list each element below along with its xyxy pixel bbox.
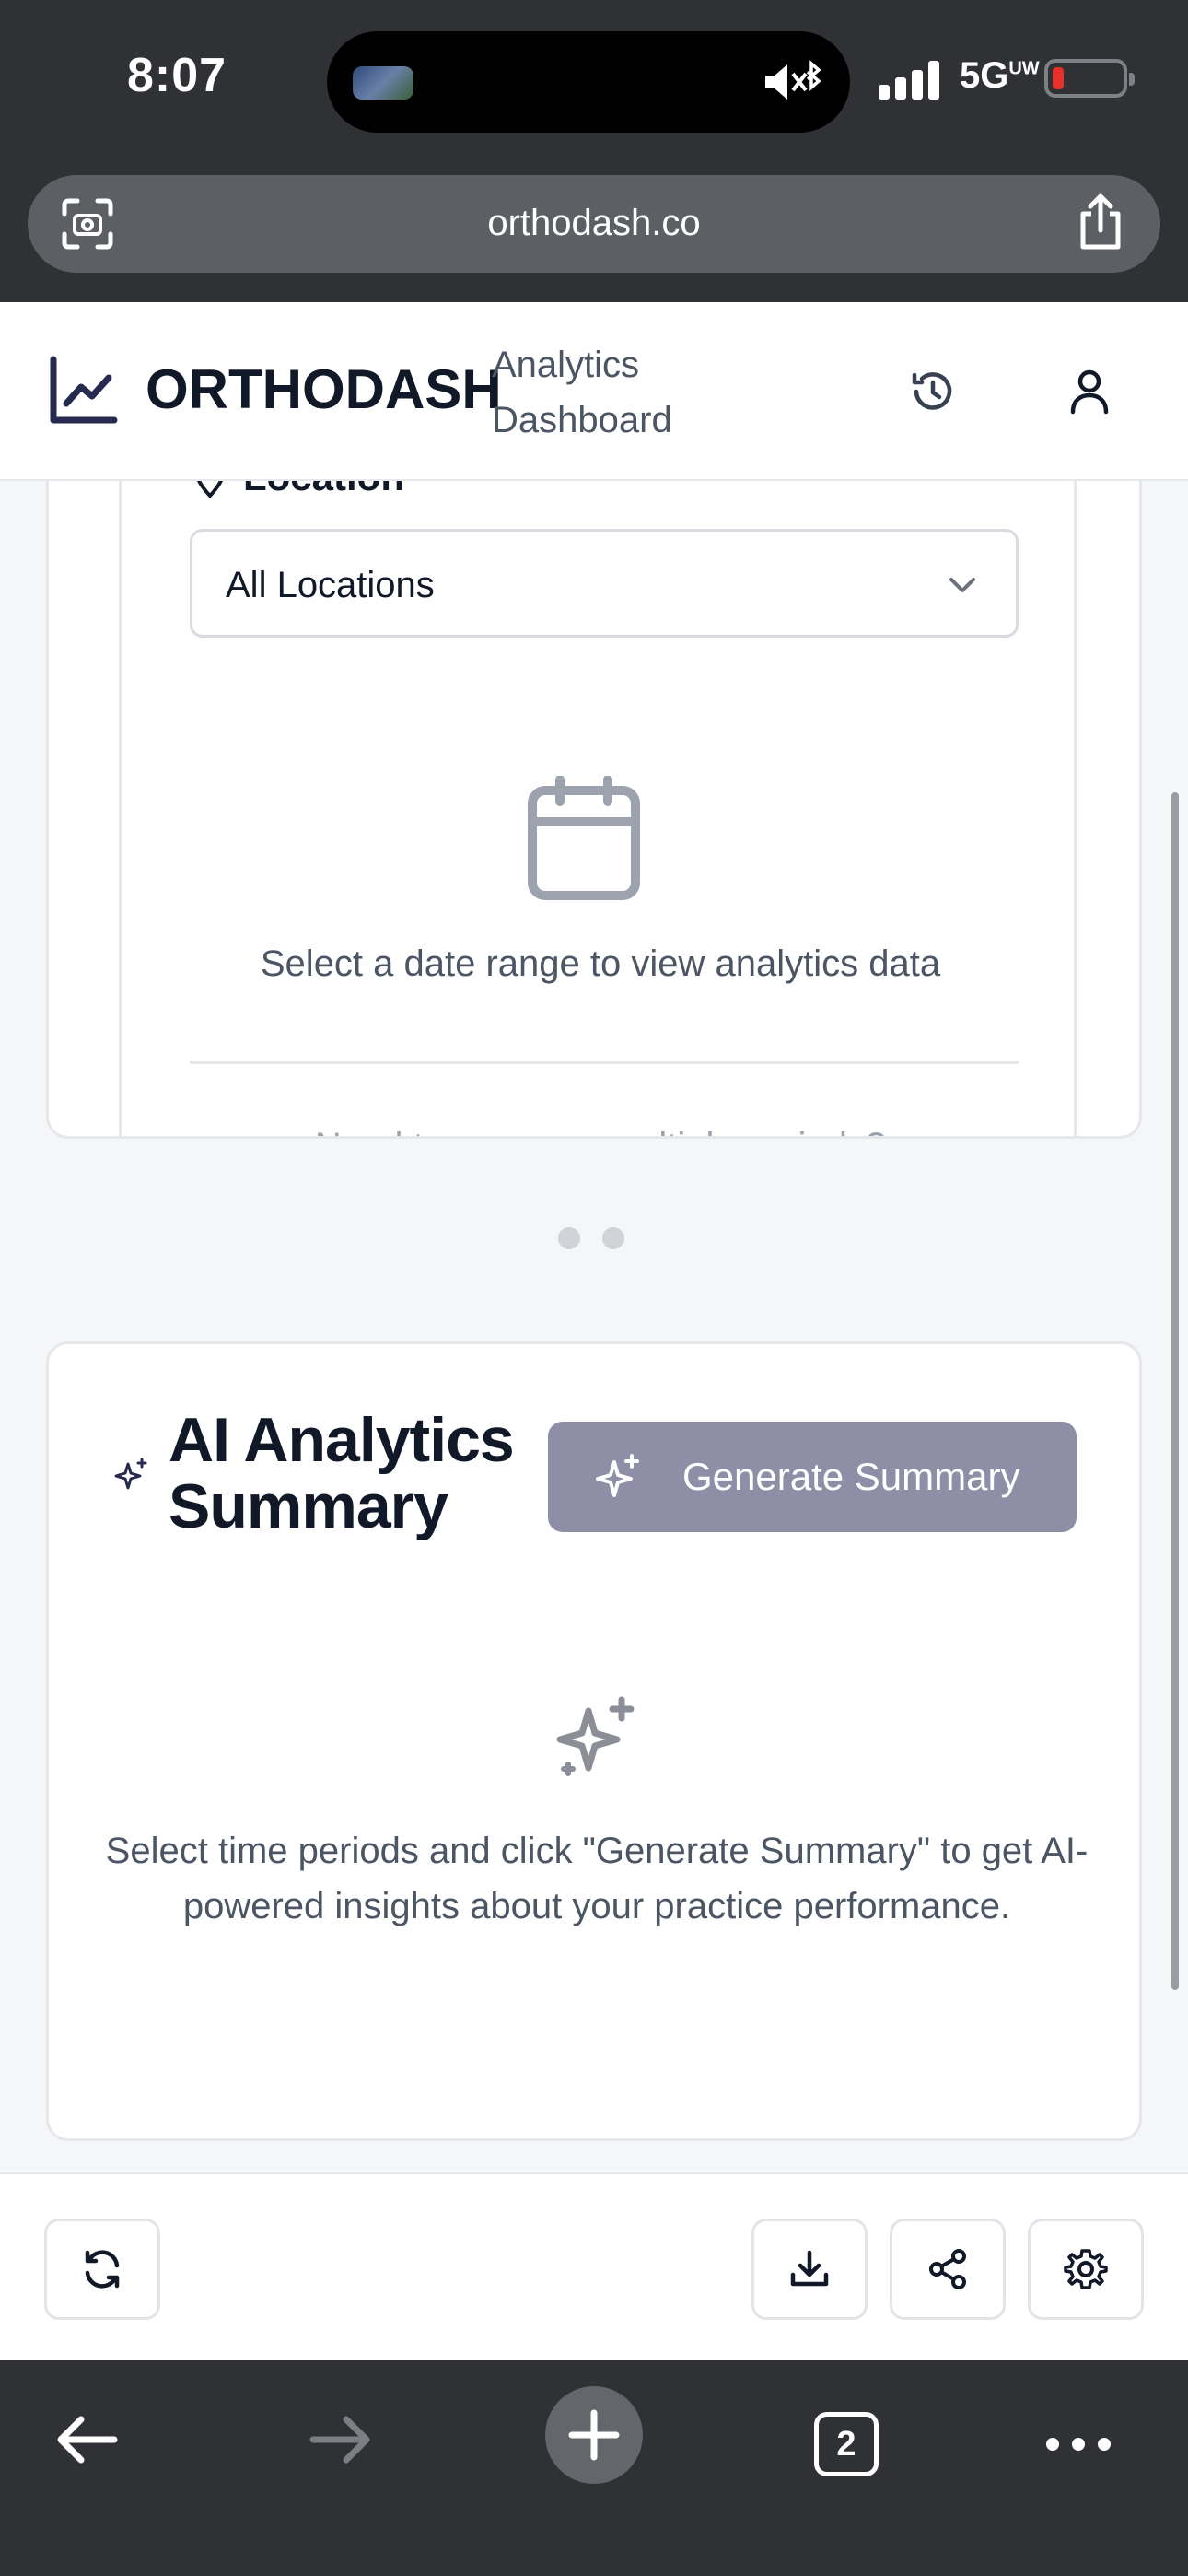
location-select[interactable]: All Locations xyxy=(190,529,1019,638)
refresh-button[interactable] xyxy=(44,2219,160,2320)
new-tab-button[interactable] xyxy=(545,2386,643,2484)
settings-button[interactable] xyxy=(1028,2219,1144,2320)
sparkles-icon xyxy=(596,1454,639,1497)
url-text: orthodash.co xyxy=(487,203,701,243)
back-button[interactable] xyxy=(53,2412,120,2467)
share-icon xyxy=(929,2249,966,2289)
calendar-icon xyxy=(527,775,641,906)
cellular-signal-icon xyxy=(879,59,939,100)
sparkles-icon xyxy=(552,1694,640,1787)
user-icon xyxy=(1070,369,1109,415)
location-label: Location xyxy=(192,481,404,499)
tabs-button[interactable]: 2 xyxy=(814,2412,879,2476)
app-header: ORTHODASH Analytics Dashboard xyxy=(0,302,1188,481)
network-label: 5GUW xyxy=(960,55,1040,96)
battery-icon xyxy=(1044,59,1135,98)
action-toolbar xyxy=(0,2172,1188,2360)
share-button[interactable] xyxy=(890,2219,1006,2320)
carousel-dot[interactable] xyxy=(602,1227,624,1249)
gear-icon xyxy=(1064,2249,1108,2289)
ai-summary-empty-message: Select time periods and click "Generate … xyxy=(105,1831,1089,1926)
sparkles-icon xyxy=(113,1457,150,1498)
address-bar[interactable]: orthodash.co xyxy=(28,175,1160,273)
profile-button[interactable] xyxy=(1057,359,1122,424)
history-icon xyxy=(912,372,952,410)
browser-bottom-bar: 2 xyxy=(0,2360,1188,2576)
now-playing-thumbnail xyxy=(353,66,413,100)
date-range-panel: Location All Locations Select a date ran… xyxy=(119,481,1079,1136)
carousel-dot[interactable] xyxy=(558,1227,580,1249)
divider xyxy=(190,1061,1019,1064)
location-select-value: All Locations xyxy=(226,565,435,605)
status-bar: 8:07 5GUW orthodash.co xyxy=(0,0,1188,302)
dynamic-island xyxy=(327,31,850,133)
ai-summary-card: AI Analytics Summary Generate Summary Se… xyxy=(46,1341,1142,2141)
arrow-right-icon xyxy=(309,2416,370,2464)
date-range-empty-message: Select a date range to view analytics da… xyxy=(260,943,941,984)
scrollbar[interactable] xyxy=(1171,792,1179,1990)
arrow-left-icon xyxy=(57,2416,118,2464)
more-button[interactable] xyxy=(1046,2438,1111,2451)
share-sheet-icon[interactable] xyxy=(1076,193,1125,255)
forward-button[interactable] xyxy=(308,2412,374,2467)
line-chart-logo-icon xyxy=(48,356,118,430)
map-pin-icon xyxy=(197,481,223,498)
plus-icon xyxy=(568,2409,620,2461)
ai-summary-title: AI Analytics Summary xyxy=(169,1405,515,1541)
download-icon xyxy=(790,2250,829,2287)
filters-card: Location All Locations Select a date ran… xyxy=(46,481,1142,1139)
brand-name[interactable]: ORTHODASH xyxy=(146,357,502,421)
chevron-down-icon xyxy=(949,578,975,592)
download-button[interactable] xyxy=(751,2219,868,2320)
compare-periods-hint: Need to compare multiple periods? xyxy=(122,1126,1079,1136)
generate-summary-button[interactable]: Generate Summary xyxy=(548,1422,1077,1532)
history-button[interactable] xyxy=(901,359,965,424)
refresh-icon xyxy=(85,2250,120,2289)
generate-summary-label: Generate Summary xyxy=(682,1455,1020,1498)
brand-subtitle: Analytics Dashboard xyxy=(492,345,672,440)
carousel-indicator[interactable] xyxy=(558,1227,624,1249)
status-time: 8:07 xyxy=(127,49,227,102)
mute-bluetooth-icon xyxy=(762,59,822,110)
